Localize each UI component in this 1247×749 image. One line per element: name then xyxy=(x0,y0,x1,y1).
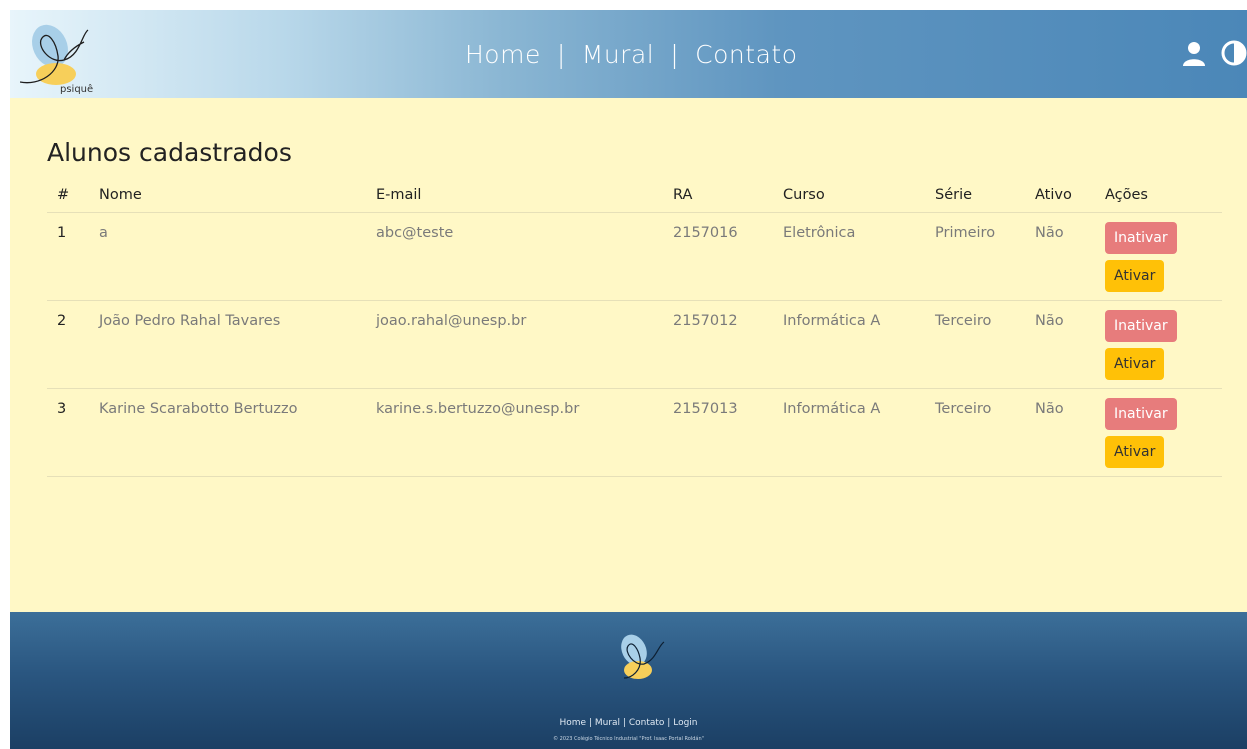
footer-separator: | xyxy=(667,718,671,728)
student-email: abc@teste xyxy=(366,212,663,301)
students-table: # Nome E-mail RA Curso Série Ativo Ações… xyxy=(47,178,1222,477)
student-ra: 2157016 xyxy=(663,212,773,301)
user-icon[interactable] xyxy=(1181,40,1207,66)
student-email: karine.s.bertuzzo@unesp.br xyxy=(366,388,663,477)
table-row: 1 a abc@teste 2157016 Eletrônica Primeir… xyxy=(47,212,1222,301)
activate-button[interactable]: Ativar xyxy=(1105,436,1165,468)
psique-logo[interactable]: psiquê xyxy=(20,16,130,94)
footer-link-contato[interactable]: Contato xyxy=(629,718,665,728)
student-ra: 2157012 xyxy=(663,300,773,389)
column-header-curso: Curso xyxy=(773,178,925,213)
nav-separator: | xyxy=(556,39,566,69)
student-email: joao.rahal@unesp.br xyxy=(366,300,663,389)
row-number: 2 xyxy=(47,300,89,389)
column-header-ra: RA xyxy=(663,178,773,213)
footer-separator: | xyxy=(622,718,626,728)
nav-mural[interactable]: Mural xyxy=(582,40,654,69)
column-header-acoes: Ações xyxy=(1095,178,1222,213)
column-header-ativo: Ativo xyxy=(1025,178,1095,213)
footer: Home | Mural | Contato | Login © 2023 Co… xyxy=(10,612,1247,749)
header-actions xyxy=(1181,40,1247,66)
row-actions: Inativar Ativar xyxy=(1095,300,1222,389)
page-title: Alunos cadastrados xyxy=(47,138,292,167)
footer-logo xyxy=(621,634,665,679)
header: psiquê Home | Mural | Contato xyxy=(10,10,1247,98)
activate-button[interactable]: Ativar xyxy=(1105,260,1165,292)
deactivate-button[interactable]: Inativar xyxy=(1105,222,1177,254)
student-course: Informática A xyxy=(773,300,925,389)
student-year: Primeiro xyxy=(925,212,1025,301)
student-active: Não xyxy=(1025,388,1095,477)
table-row: 2 João Pedro Rahal Tavares joao.rahal@un… xyxy=(47,300,1222,389)
nav-contato[interactable]: Contato xyxy=(695,40,797,69)
student-name: a xyxy=(89,212,366,301)
student-name: Karine Scarabotto Bertuzzo xyxy=(89,388,366,477)
student-year: Terceiro xyxy=(925,300,1025,389)
nav-home[interactable]: Home xyxy=(465,40,541,69)
table-row: 3 Karine Scarabotto Bertuzzo karine.s.be… xyxy=(47,388,1222,477)
deactivate-button[interactable]: Inativar xyxy=(1105,398,1177,430)
footer-link-login[interactable]: Login xyxy=(673,718,697,728)
student-name: João Pedro Rahal Tavares xyxy=(89,300,366,389)
student-ra: 2157013 xyxy=(663,388,773,477)
page: psiquê Home | Mural | Contato Alunos cad… xyxy=(10,10,1247,749)
activate-button[interactable]: Ativar xyxy=(1105,348,1165,380)
student-year: Terceiro xyxy=(925,388,1025,477)
footer-link-mural[interactable]: Mural xyxy=(595,718,620,728)
main-nav: Home | Mural | Contato xyxy=(465,36,798,72)
footer-separator: | xyxy=(588,718,592,728)
student-active: Não xyxy=(1025,212,1095,301)
row-actions: Inativar Ativar xyxy=(1095,212,1222,301)
student-course: Eletrônica xyxy=(773,212,925,301)
logo-text: psiquê xyxy=(60,83,93,94)
column-header-serie: Série xyxy=(925,178,1025,213)
footer-nav: Home | Mural | Contato | Login xyxy=(10,718,1247,728)
column-header-email: E-mail xyxy=(366,178,663,213)
student-course: Informática A xyxy=(773,388,925,477)
student-active: Não xyxy=(1025,300,1095,389)
column-header-nome: Nome xyxy=(89,178,366,213)
footer-copyright: © 2023 Colégio Técnico Industrial "Prof.… xyxy=(553,736,704,742)
contrast-icon[interactable] xyxy=(1221,40,1247,66)
footer-link-home[interactable]: Home xyxy=(559,718,586,728)
row-number: 3 xyxy=(47,388,89,477)
column-header-number: # xyxy=(47,178,89,213)
deactivate-button[interactable]: Inativar xyxy=(1105,310,1177,342)
row-number: 1 xyxy=(47,212,89,301)
table-header-row: # Nome E-mail RA Curso Série Ativo Ações xyxy=(47,178,1222,213)
row-actions: Inativar Ativar xyxy=(1095,388,1222,477)
nav-separator: | xyxy=(670,39,680,69)
